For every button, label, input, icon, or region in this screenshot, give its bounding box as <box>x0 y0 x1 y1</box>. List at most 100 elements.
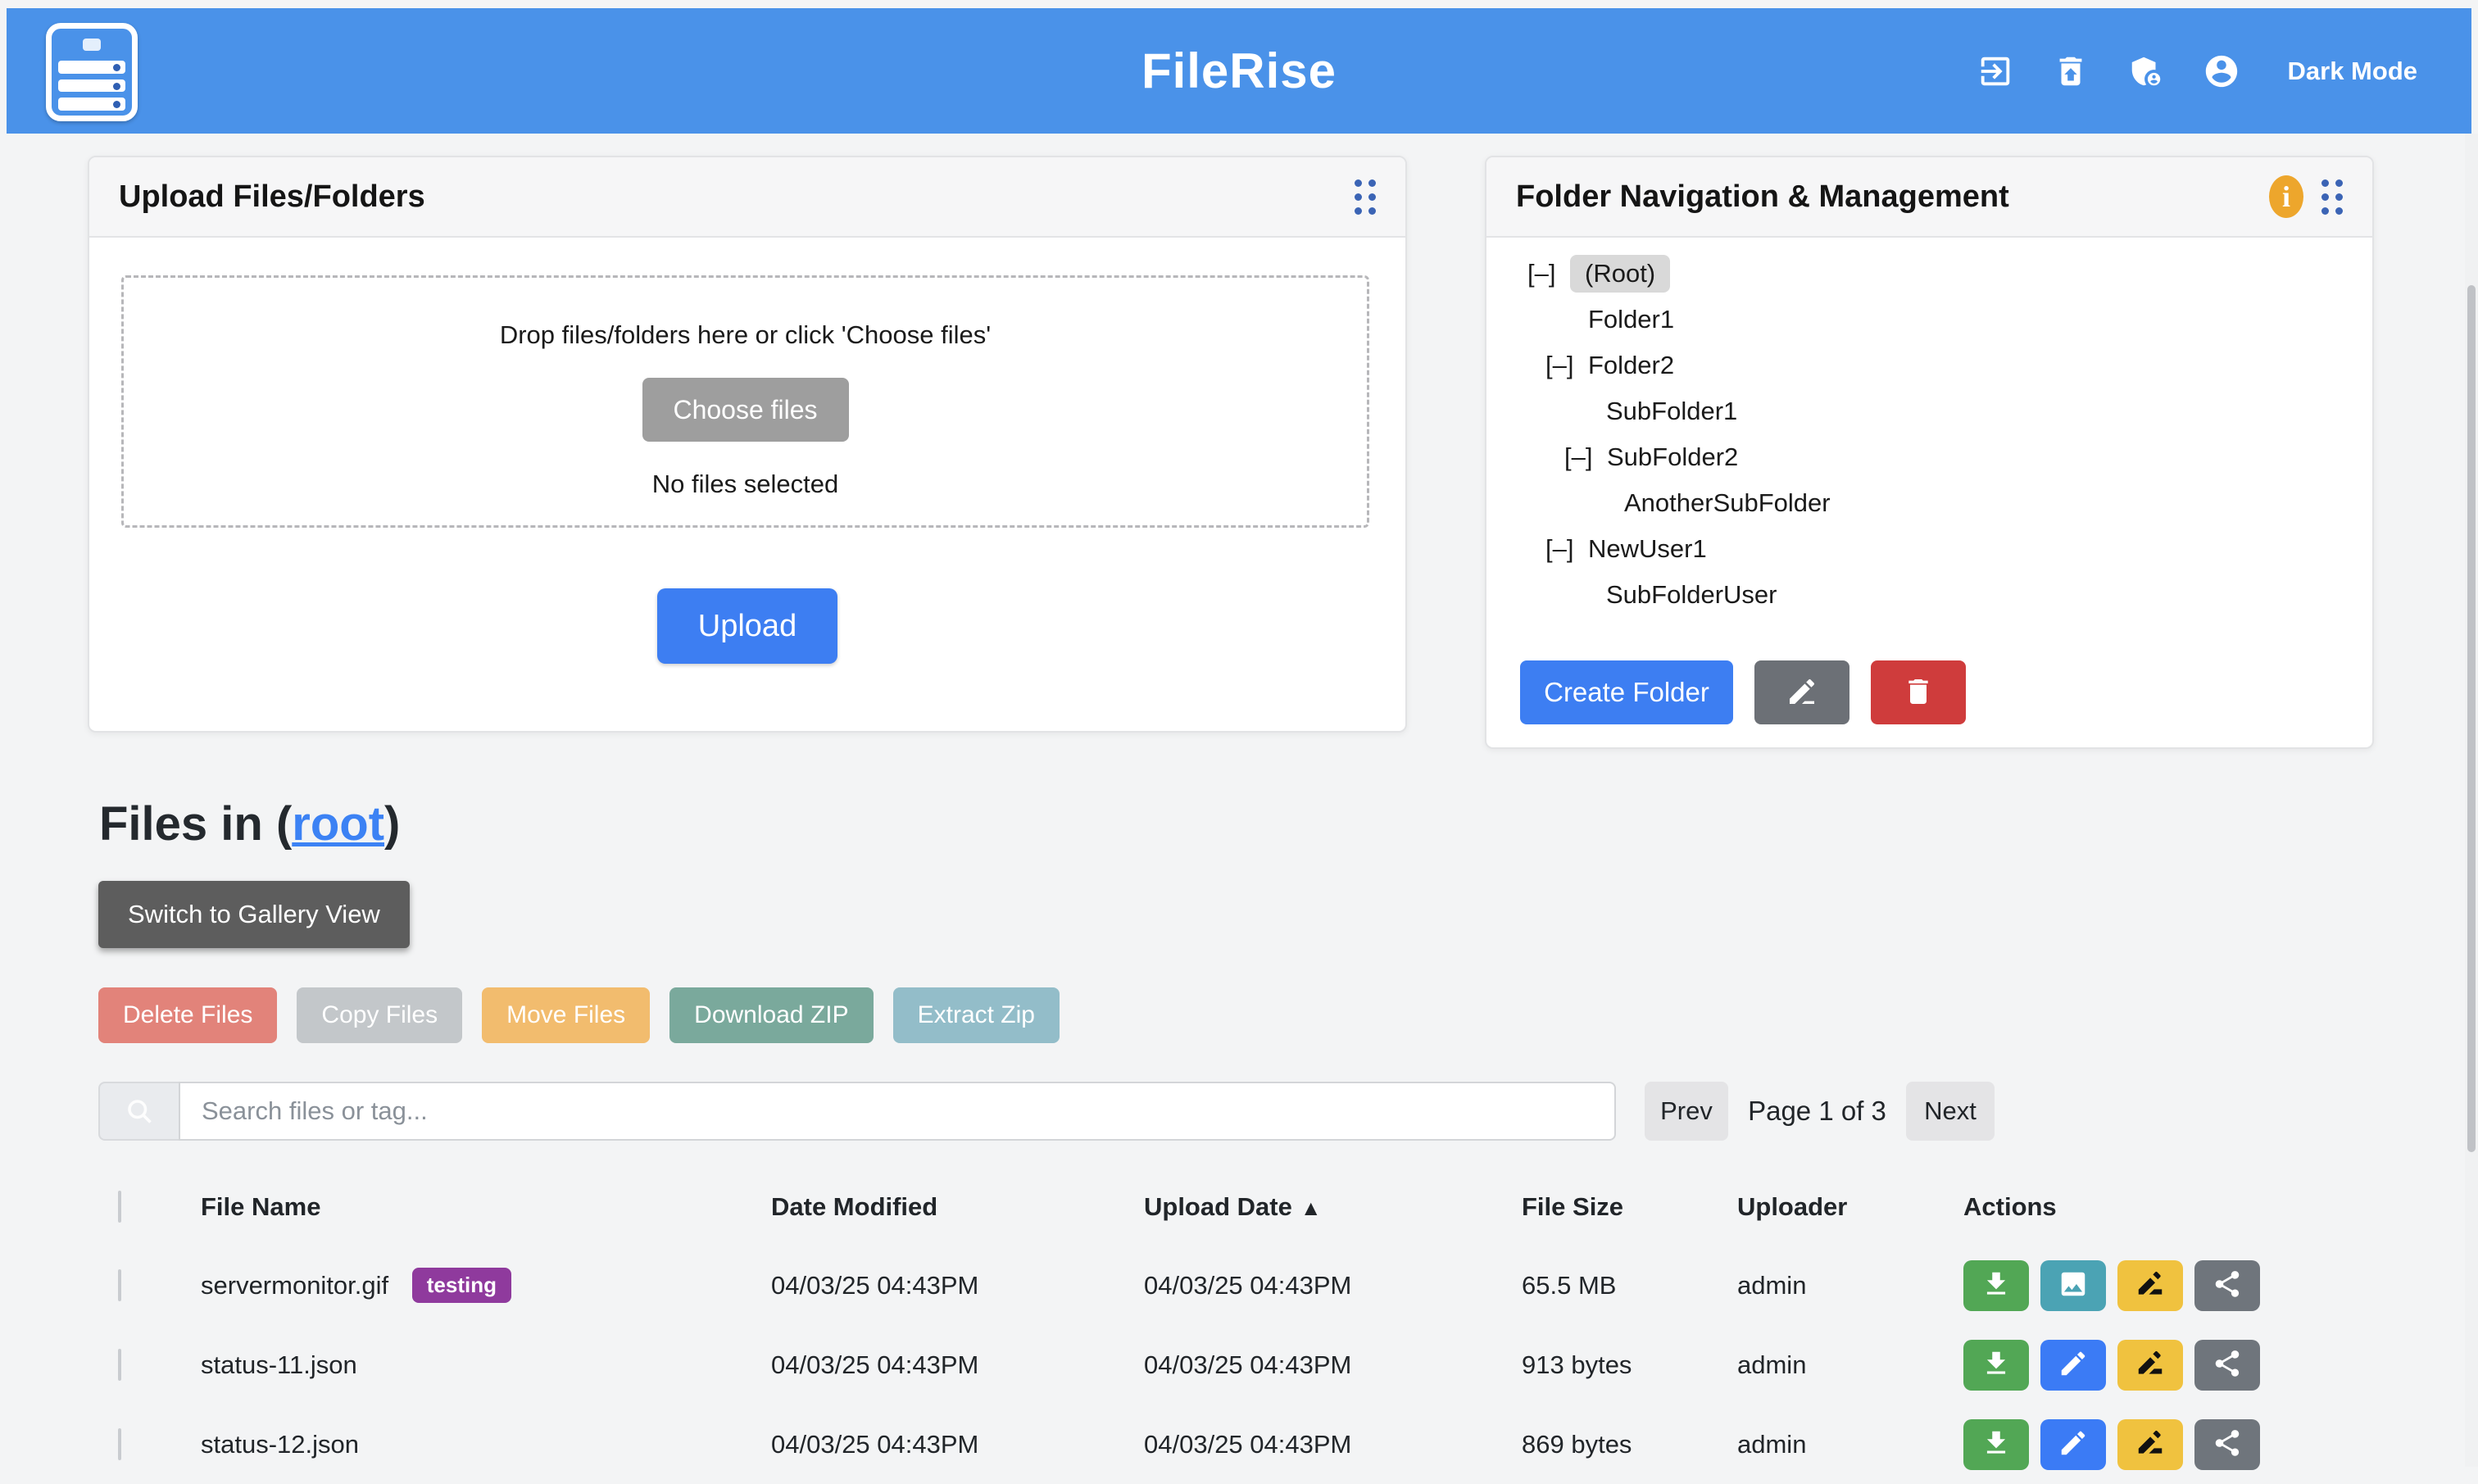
rename-button[interactable] <box>2117 1340 2183 1391</box>
rename-button[interactable] <box>2117 1419 2183 1470</box>
folder-navigation-card: Folder Navigation & Management i [–] (Ro… <box>1485 156 2374 749</box>
files-heading: Files in (root) <box>99 796 400 851</box>
tree-item-anothersubfolder[interactable]: AnotherSubFolder <box>1486 480 2372 526</box>
tree-item-label[interactable]: Folder2 <box>1588 351 1674 380</box>
edit-icon <box>2058 1427 2089 1461</box>
column-header-uploader[interactable]: Uploader <box>1737 1192 1963 1222</box>
copy-files-button[interactable]: Copy Files <box>297 987 462 1043</box>
table-row: status-11.json 04/03/25 04:43PM 04/03/25… <box>98 1325 2478 1405</box>
pen-icon <box>1786 675 1818 710</box>
scrollbar-track[interactable] <box>2465 134 2478 1467</box>
tree-item-label[interactable]: (Root) <box>1570 255 1670 293</box>
table-row: servermonitor.gif testing 04/03/25 04:43… <box>98 1246 2478 1325</box>
tree-item-subfolder1[interactable]: SubFolder1 <box>1486 388 2372 434</box>
delete-folder-button[interactable] <box>1871 660 1966 724</box>
create-folder-button[interactable]: Create Folder <box>1520 660 1733 724</box>
info-icon[interactable]: i <box>2269 175 2303 218</box>
logout-icon[interactable] <box>1976 52 2014 90</box>
download-button[interactable] <box>1963 1340 2029 1391</box>
image-preview-button[interactable] <box>2040 1260 2106 1311</box>
tree-item-label[interactable]: NewUser1 <box>1588 534 1707 564</box>
tree-item-subfolderuser[interactable]: SubFolderUser <box>1486 572 2372 618</box>
upload-card-title: Upload Files/Folders <box>119 179 425 215</box>
dark-mode-toggle[interactable]: Dark Mode <box>2288 57 2417 86</box>
uploader: admin <box>1737 1271 1963 1300</box>
file-name[interactable]: servermonitor.gif <box>201 1271 388 1300</box>
dropzone-text: Drop files/folders here or click 'Choose… <box>500 320 991 350</box>
share-button[interactable] <box>2194 1340 2260 1391</box>
tree-item-label[interactable]: AnotherSubFolder <box>1624 488 1831 518</box>
file-size: 913 bytes <box>1522 1350 1737 1380</box>
share-icon <box>2212 1348 2243 1382</box>
account-icon[interactable] <box>2203 52 2240 90</box>
row-checkbox[interactable] <box>118 1428 121 1460</box>
download-zip-button[interactable]: Download ZIP <box>669 987 873 1043</box>
tree-item-subfolder2[interactable]: [–] SubFolder2 <box>1486 434 2372 480</box>
folder-card-title: Folder Navigation & Management <box>1516 179 2009 215</box>
delete-files-button[interactable]: Delete Files <box>98 987 277 1043</box>
tree-toggle-icon[interactable]: [–] <box>1527 259 1570 288</box>
rename-icon <box>2135 1427 2166 1461</box>
file-name[interactable]: status-11.json <box>201 1350 357 1379</box>
uploader: admin <box>1737 1430 1963 1459</box>
select-all-checkbox[interactable] <box>118 1191 121 1223</box>
files-heading-suffix: ) <box>384 797 400 851</box>
share-icon <box>2212 1268 2243 1302</box>
prev-page-button[interactable]: Prev <box>1645 1082 1728 1141</box>
column-header-file-size[interactable]: File Size <box>1522 1192 1737 1222</box>
tree-item-label[interactable]: Folder1 <box>1588 305 1674 334</box>
tree-toggle-icon[interactable]: [–] <box>1545 351 1588 380</box>
download-button[interactable] <box>1963 1419 2029 1470</box>
uploader: admin <box>1737 1350 1963 1380</box>
switch-gallery-view-button[interactable]: Switch to Gallery View <box>98 881 410 948</box>
search-input[interactable] <box>179 1082 1616 1141</box>
tree-item-root[interactable]: [–] (Root) <box>1486 251 2372 297</box>
date-modified: 04/03/25 04:43PM <box>771 1430 1144 1459</box>
next-page-button[interactable]: Next <box>1906 1082 1995 1141</box>
tree-item-folder1[interactable]: Folder1 <box>1486 297 2372 343</box>
app-header: FileRise Dark Mode <box>7 8 2471 134</box>
rename-folder-button[interactable] <box>1754 660 1849 724</box>
page-indicator: Page 1 of 3 <box>1728 1082 1906 1141</box>
restore-trash-icon[interactable] <box>2052 52 2090 90</box>
drag-dots-icon[interactable] <box>2321 179 2343 215</box>
column-header-actions: Actions <box>1963 1192 2478 1222</box>
extract-zip-button[interactable]: Extract Zip <box>893 987 1060 1043</box>
upload-button[interactable]: Upload <box>657 588 837 664</box>
rename-button[interactable] <box>2117 1260 2183 1311</box>
upload-dropzone[interactable]: Drop files/folders here or click 'Choose… <box>121 275 1369 528</box>
search-bar <box>98 1082 1616 1141</box>
share-icon <box>2212 1427 2243 1461</box>
date-modified: 04/03/25 04:43PM <box>771 1271 1144 1300</box>
download-icon <box>1981 1427 2012 1461</box>
edit-button[interactable] <box>2040 1419 2106 1470</box>
share-button[interactable] <box>2194 1419 2260 1470</box>
column-header-date-modified[interactable]: Date Modified <box>771 1192 1144 1222</box>
column-header-file-name[interactable]: File Name <box>201 1192 771 1222</box>
row-checkbox[interactable] <box>118 1349 121 1381</box>
share-button[interactable] <box>2194 1260 2260 1311</box>
upload-date: 04/03/25 04:43PM <box>1144 1350 1522 1380</box>
search-icon[interactable] <box>98 1082 179 1141</box>
download-button[interactable] <box>1963 1260 2029 1311</box>
tree-item-label[interactable]: SubFolderUser <box>1606 580 1777 610</box>
choose-files-button[interactable]: Choose files <box>642 378 849 442</box>
rename-icon <box>2135 1268 2166 1302</box>
folder-tree: [–] (Root) Folder1 [–] Folder2 SubFolder… <box>1486 238 2372 618</box>
scrollbar-thumb[interactable] <box>2467 285 2476 1152</box>
tree-item-newuser1[interactable]: [–] NewUser1 <box>1486 526 2372 572</box>
drag-dots-icon[interactable] <box>1355 179 1376 215</box>
tree-item-label[interactable]: SubFolder2 <box>1607 442 1738 472</box>
edit-button[interactable] <box>2040 1340 2106 1391</box>
tree-toggle-icon[interactable]: [–] <box>1564 442 1607 472</box>
root-folder-link[interactable]: root <box>292 797 384 851</box>
tree-item-label[interactable]: SubFolder1 <box>1606 397 1737 426</box>
row-checkbox[interactable] <box>118 1269 121 1301</box>
file-name[interactable]: status-12.json <box>201 1430 359 1459</box>
admin-shield-icon[interactable] <box>2127 52 2165 90</box>
tree-item-folder2[interactable]: [–] Folder2 <box>1486 343 2372 388</box>
tree-toggle-icon[interactable]: [–] <box>1545 534 1588 564</box>
table-header-row: File Name Date Modified Upload Date▲ Fil… <box>98 1168 2478 1246</box>
column-header-upload-date[interactable]: Upload Date▲ <box>1144 1192 1522 1222</box>
move-files-button[interactable]: Move Files <box>482 987 650 1043</box>
